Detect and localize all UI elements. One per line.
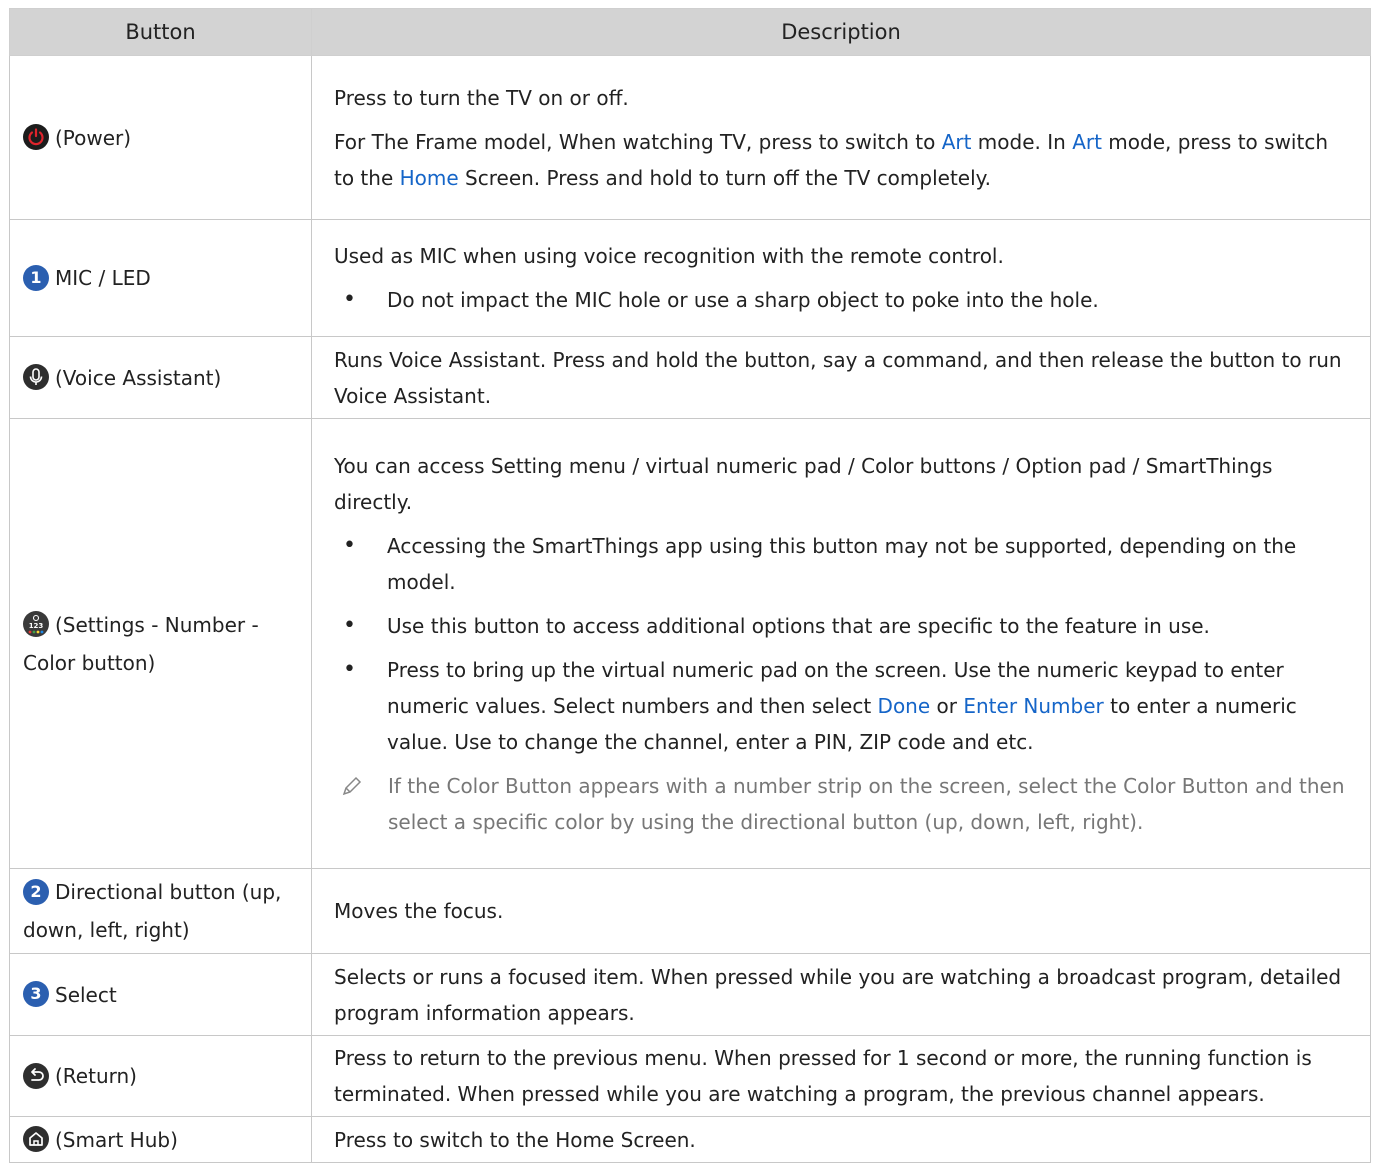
button-cell-directional: 2 Directional button (up, down, left, rig… [9,868,312,954]
description-cell-select: Selects or runs a focused item. When pre… [311,953,1371,1036]
number-badge-1: 1 [23,264,49,291]
description-text: Used as MIC when using voice recognition… [334,244,1004,268]
bullet-item: Accessing the SmartThings app using this… [334,528,1352,600]
description-cell-mic: Used as MIC when using voice recognition… [311,219,1371,337]
bullet-list: Accessing the SmartThings app using this… [334,528,1352,760]
button-cell-select: 3 Select [9,953,312,1036]
header-button: Button [9,8,312,56]
description-text: Moves the focus. [334,899,504,923]
keyword-enter-number: Enter Number [963,693,1104,718]
number-badge-2: 2 [23,878,49,905]
button-label: (Voice Assistant) [55,365,222,390]
number-badge-3: 3 [23,981,49,1007]
button-label: (Settings - Number - Color button) [23,612,259,675]
description-text: Press to return to the previous menu. Wh… [334,1046,1312,1106]
description-text: Selects or runs a focused item. When pre… [334,964,1342,1025]
button-label: (Power) [55,125,132,150]
description-text: For The Frame model, When watching TV, p… [334,129,1328,190]
keyword-art: Art [1072,129,1102,154]
bullet-item: Use this button to access additional opt… [334,608,1352,644]
table-row: 1 MIC / LED Used as MIC when using voice … [9,219,1371,337]
button-label: (Return) [55,1064,137,1088]
description-text: Press to switch to the Home Screen. [334,1127,696,1152]
keyword-done: Done [877,693,931,718]
button-description-table: Button Description (Power) Press to turn… [9,8,1371,1163]
svg-text:123: 123 [29,622,44,630]
pencil-icon [342,776,362,795]
header-description: Description [311,8,1371,56]
table-row: 3 Select Selects or runs a focused item. … [9,953,1371,1036]
keyword-home: Home [399,165,459,190]
table-row: (Voice Assistant) Runs Voice Assistant. … [9,336,1371,419]
return-icon [23,1062,49,1089]
table-row: 123 (Settings - Number - Color button) Y… [9,418,1371,869]
keyword-art: Art [941,129,972,154]
description-text: Press to turn the TV on or off. [334,85,629,110]
bullet-item: Press to bring up the virtual numeric pa… [334,652,1352,760]
button-cell-return: (Return) [9,1035,312,1117]
settings-number-color-icon: 123 [23,611,49,637]
button-label: Select [55,982,117,1007]
table-header-row: Button Description [9,8,1371,56]
microphone-icon [23,364,49,390]
home-icon [23,1126,49,1152]
button-label: Directional button (up, down, left, righ… [23,880,282,942]
note: If the Color Button appears with a numbe… [334,768,1352,840]
description-cell-smarthub: Press to switch to the Home Screen. [311,1116,1371,1163]
button-cell-voice: (Voice Assistant) [9,336,312,419]
description-text: You can access Setting menu / virtual nu… [334,453,1273,514]
description-cell-power: Press to turn the TV on or off. For The … [311,55,1371,220]
description-cell-directional: Moves the focus. [311,868,1371,954]
description-cell-return: Press to return to the previous menu. Wh… [311,1035,1371,1117]
button-label: MIC / LED [55,266,151,290]
button-cell-smarthub: (Smart Hub) [9,1116,312,1163]
button-cell-power: (Power) [9,55,312,220]
bullet-list: Do not impact the MIC hole or use a shar… [334,282,1352,318]
button-label: (Smart Hub) [55,1127,178,1152]
bullet-item: Do not impact the MIC hole or use a shar… [334,282,1352,318]
description-text: Runs Voice Assistant. Press and hold the… [334,347,1342,408]
button-cell-settings: 123 (Settings - Number - Color button) [9,418,312,869]
note-text: If the Color Button appears with a numbe… [388,773,1345,834]
description-cell-voice: Runs Voice Assistant. Press and hold the… [311,336,1371,419]
button-cell-mic: 1 MIC / LED [9,219,312,337]
description-cell-settings: You can access Setting menu / virtual nu… [311,418,1371,869]
table-row: (Smart Hub) Press to switch to the Home … [9,1116,1371,1163]
table-row: (Return) Press to return to the previous… [9,1035,1371,1117]
table-row: (Power) Press to turn the TV on or off. … [9,55,1371,220]
power-icon [23,124,49,150]
table-row: 2 Directional button (up, down, left, rig… [9,868,1371,954]
